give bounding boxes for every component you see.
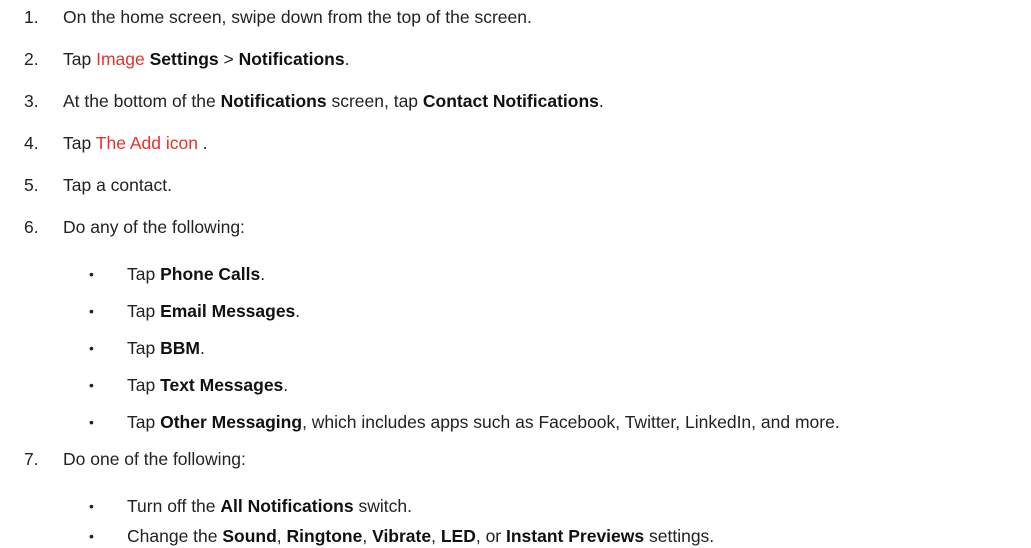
step-number: 5.: [24, 175, 39, 195]
step-text: At the bottom of the Notifications scree…: [63, 91, 604, 111]
image-placeholder: Image: [96, 49, 145, 69]
phone-calls-label: Phone Calls: [160, 264, 261, 284]
vibrate-label: Vibrate: [372, 526, 432, 546]
bullet-icon: •: [89, 498, 94, 514]
instant-previews-label: Instant Previews: [506, 526, 645, 546]
sound-label: Sound: [222, 526, 277, 546]
step-text: On the home screen, swipe down from the …: [63, 7, 532, 27]
text-messages-label: Text Messages: [160, 375, 284, 395]
step-number: 3.: [24, 91, 39, 111]
bullet-icon: •: [89, 528, 94, 544]
led-label: LED: [440, 526, 476, 546]
step-number: 4.: [24, 133, 39, 153]
bullet-icon: •: [89, 414, 94, 430]
add-icon-placeholder: The Add icon: [95, 133, 198, 153]
email-messages-label: Email Messages: [160, 301, 296, 321]
bullet-icon: •: [89, 377, 94, 393]
bbm-label: BBM: [160, 338, 200, 358]
bullet-icon: •: [89, 340, 94, 356]
step-text: Tap a contact.: [63, 175, 172, 195]
step-number: 7.: [24, 449, 39, 469]
step-text: Do any of the following:: [63, 217, 245, 237]
step-text: Tap Image Settings > Notifications.: [63, 49, 350, 69]
step-text: Do one of the following:: [63, 449, 246, 469]
instructions-document: 1. On the home screen, swipe down from t…: [24, 7, 840, 546]
ringtone-label: Ringtone: [286, 526, 363, 546]
bullet-icon: •: [89, 266, 94, 282]
notifications-label: Notifications: [220, 91, 327, 111]
other-messaging-label: Other Messaging: [160, 412, 303, 432]
step-text: Tap The Add icon .: [63, 133, 208, 153]
step-number: 6.: [24, 217, 39, 237]
contact-notifications-label: Contact Notifications: [422, 91, 599, 111]
settings-label: Settings: [149, 49, 219, 69]
all-notifications-label: All Notifications: [220, 496, 354, 516]
bullet-icon: •: [89, 303, 94, 319]
step-number: 1.: [24, 7, 39, 27]
notifications-label: Notifications: [238, 49, 345, 69]
step-number: 2.: [24, 49, 39, 69]
